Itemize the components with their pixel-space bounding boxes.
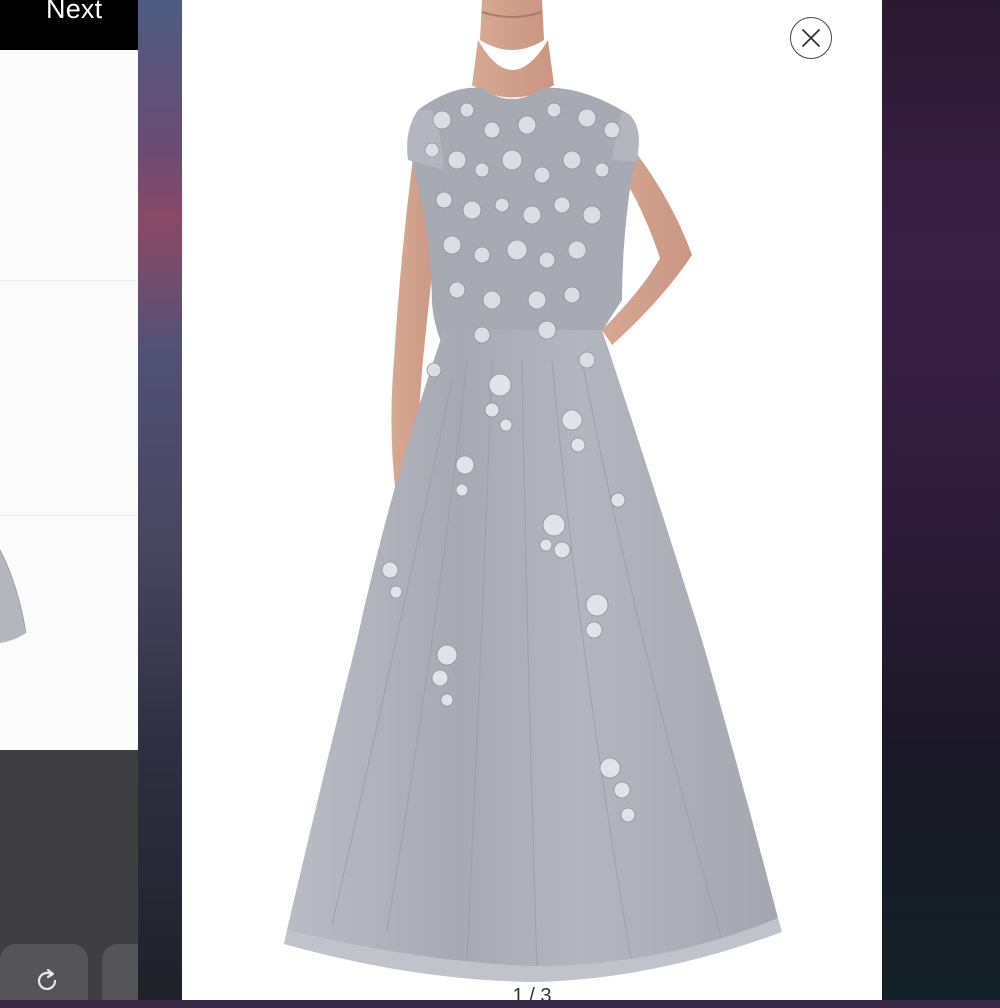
- next-button[interactable]: Next: [46, 0, 102, 25]
- image-pager: 1 / 3: [512, 985, 552, 1007]
- background-app: Next: [0, 0, 138, 1000]
- next-bar[interactable]: Next: [0, 0, 138, 50]
- close-button[interactable]: [790, 17, 832, 59]
- dress-image[interactable]: [182, 0, 882, 990]
- close-icon: [802, 29, 820, 47]
- divider: [0, 280, 138, 281]
- blurred-backdrop-right: [882, 0, 1000, 1000]
- toolbar-button[interactable]: [102, 944, 138, 1000]
- background-dress-thumbnail: [0, 549, 27, 643]
- divider: [0, 515, 138, 516]
- reload-icon: [37, 968, 57, 990]
- blurred-backdrop-left: [138, 0, 182, 1000]
- background-product-panel: [0, 50, 138, 750]
